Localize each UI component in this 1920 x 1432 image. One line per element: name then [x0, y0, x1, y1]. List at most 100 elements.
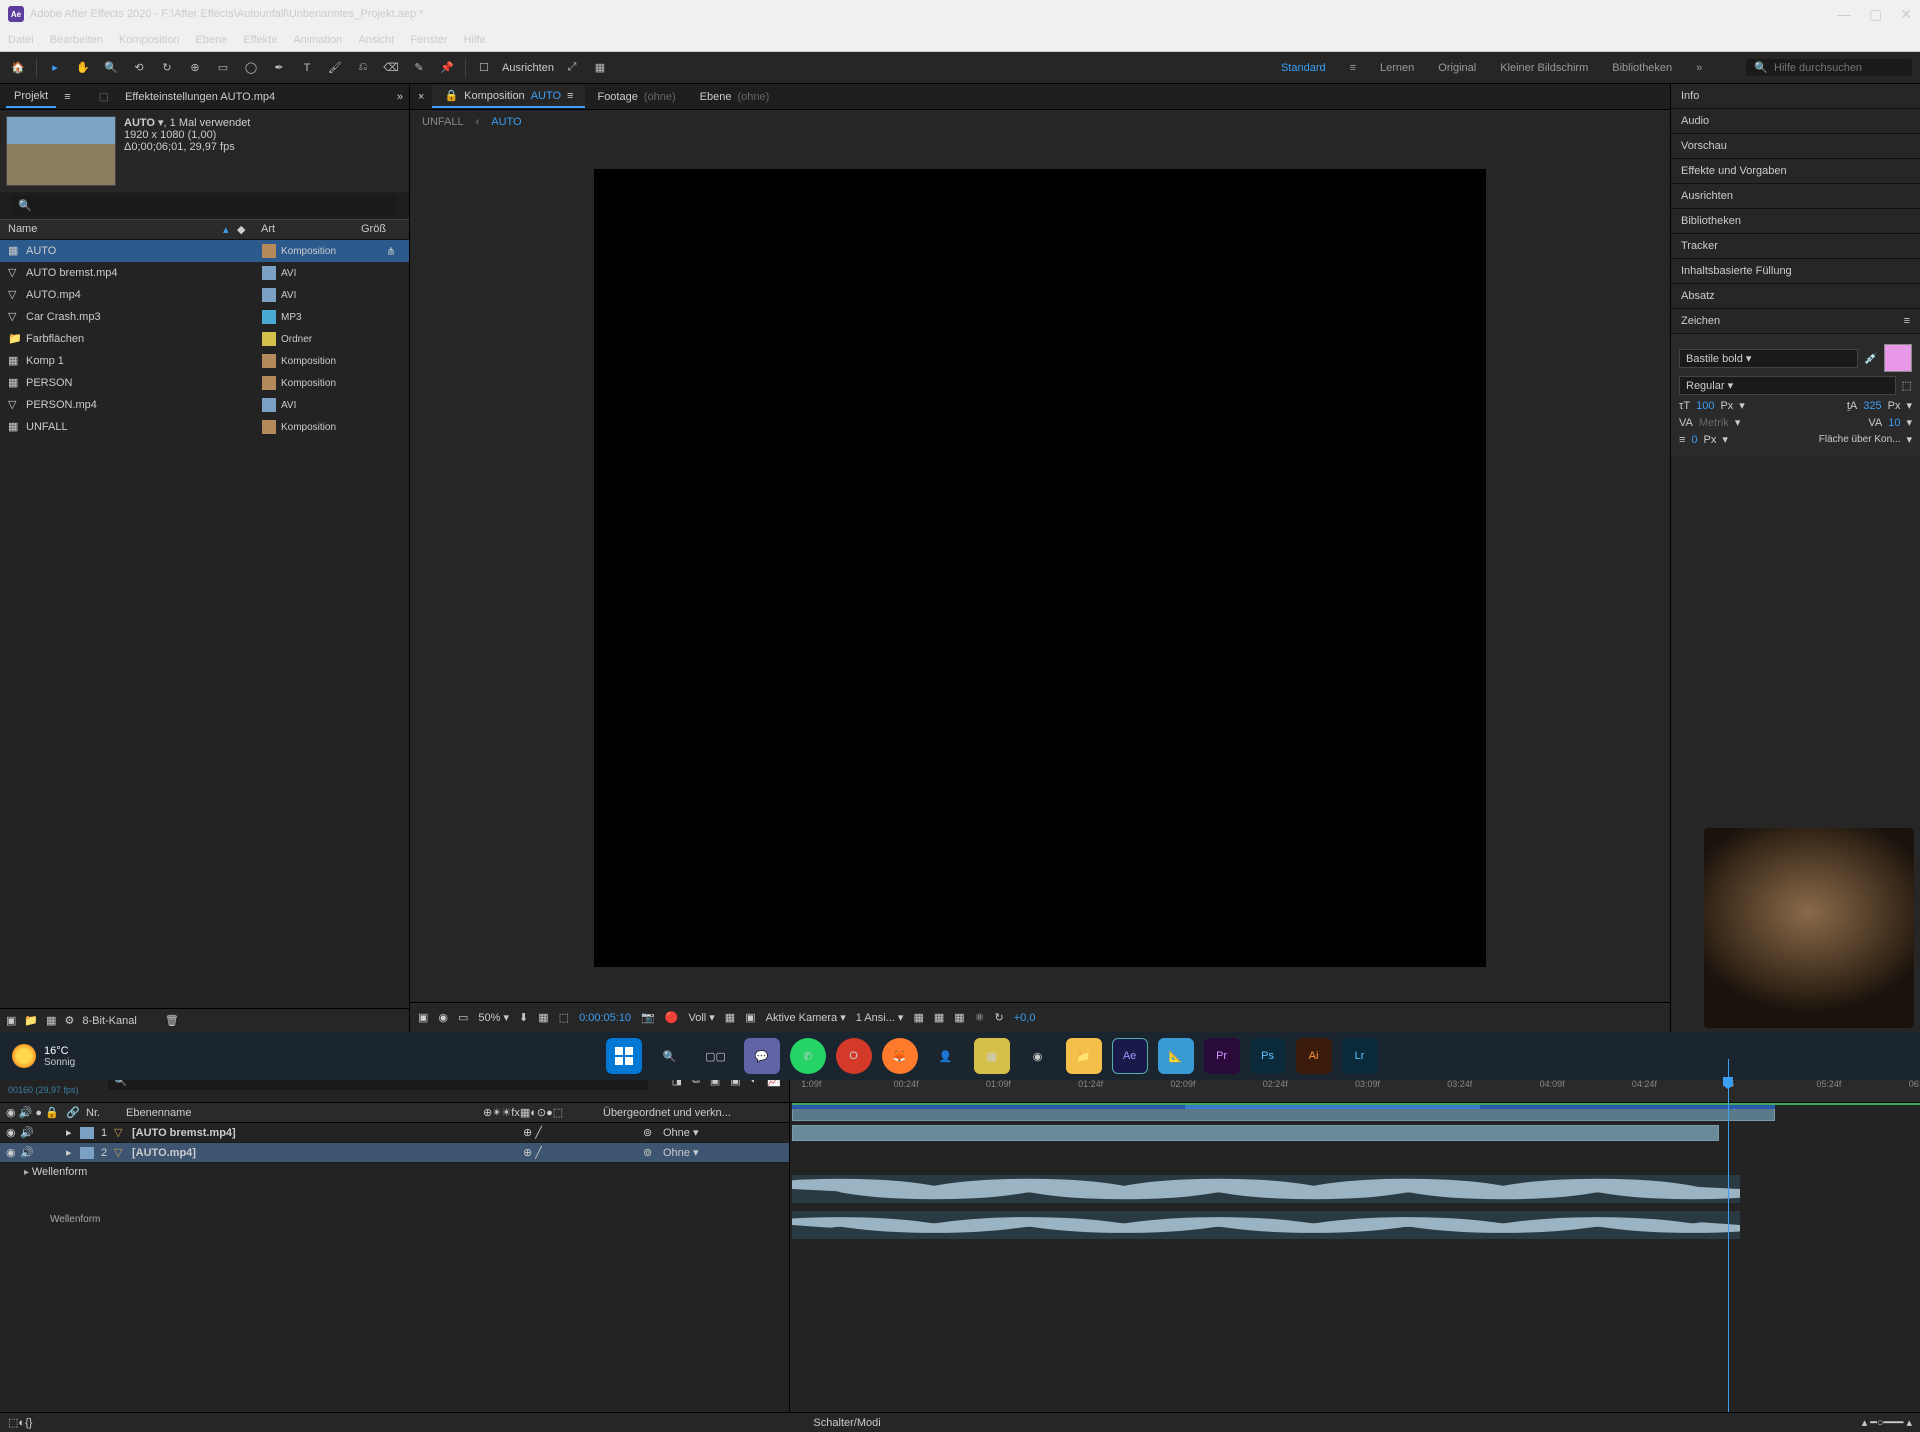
composition-viewer[interactable] — [410, 134, 1670, 1002]
kerning-select[interactable]: Metrik — [1699, 417, 1729, 429]
zoom-select[interactable]: 50% ▾ — [478, 1011, 509, 1024]
obs-icon[interactable]: ◉ — [1020, 1038, 1056, 1074]
transparency-icon[interactable]: ▦ — [725, 1011, 735, 1024]
help-search-input[interactable] — [1774, 62, 1904, 74]
workspace-more-icon[interactable]: » — [1696, 62, 1702, 74]
app2-icon[interactable]: ▦ — [974, 1038, 1010, 1074]
view2-icon[interactable]: ▦ — [934, 1011, 944, 1024]
tab-footage[interactable]: Footage (ohne) — [585, 87, 687, 107]
stroke-width-input[interactable]: 0 — [1691, 434, 1697, 446]
leading-input[interactable]: 325 — [1863, 400, 1881, 412]
workspace-original[interactable]: Original — [1438, 62, 1476, 74]
selection-tool[interactable]: ▸ — [45, 58, 65, 78]
tab-overflow-icon[interactable]: » — [397, 91, 403, 103]
panel-menu-icon[interactable]: ≡ — [1904, 315, 1910, 327]
home-icon[interactable]: 🏠 — [8, 58, 28, 78]
panel-tracker[interactable]: Tracker — [1671, 234, 1920, 259]
playhead[interactable] — [1728, 1059, 1729, 1412]
project-item[interactable]: ▦Komp 1Komposition — [0, 350, 409, 372]
rotate-tool[interactable]: ↻ — [157, 58, 177, 78]
col-type[interactable]: Art — [261, 223, 361, 236]
firefox-icon[interactable]: 🦊 — [882, 1038, 918, 1074]
snapshot-icon[interactable]: 📷 — [641, 1011, 655, 1024]
timeline-layer[interactable]: ◉🔊▸2▽[AUTO.mp4]⊕ ╱⊚Ohne ▾ — [0, 1143, 789, 1163]
workspace-standard[interactable]: Standard — [1281, 62, 1326, 74]
clip-auto[interactable] — [792, 1125, 1719, 1141]
timeline-layer[interactable]: ◉🔊▸1▽[AUTO bremst.mp4]⊕ ╱⊚Ohne ▾ — [0, 1123, 789, 1143]
shape-ellipse-tool[interactable]: ◯ — [241, 58, 261, 78]
roto-tool[interactable]: ✎ — [409, 58, 429, 78]
panel-audio[interactable]: Audio — [1671, 109, 1920, 134]
workspace-bibliotheken[interactable]: Bibliotheken — [1612, 62, 1672, 74]
eraser-tool[interactable]: ⌫ — [381, 58, 401, 78]
breadcrumb-unfall[interactable]: UNFALL — [422, 116, 464, 128]
col-name[interactable]: Name — [8, 223, 223, 236]
whatsapp-icon[interactable]: ✆ — [790, 1038, 826, 1074]
tab-effect-controls[interactable]: Effekteinstellungen AUTO.mp4 — [117, 87, 283, 107]
project-item[interactable]: ▦AUTOKomposition⋔ — [0, 240, 409, 262]
workspace-lernen[interactable]: Lernen — [1380, 62, 1414, 74]
view3-icon[interactable]: ▦ — [954, 1011, 964, 1024]
channel-icon[interactable]: ◉ — [438, 1011, 448, 1024]
panel-effekte[interactable]: Effekte und Vorgaben — [1671, 159, 1920, 184]
text-tool[interactable]: T — [297, 58, 317, 78]
interpret-icon[interactable]: ▣ — [6, 1014, 16, 1027]
tab-composition[interactable]: 🔒 Komposition AUTO ≡ — [432, 85, 585, 108]
weather-widget[interactable]: 16°C Sonnig — [12, 1044, 75, 1068]
after-effects-icon[interactable]: Ae — [1112, 1038, 1148, 1074]
project-item[interactable]: ▽AUTO bremst.mp4AVI — [0, 262, 409, 284]
minimize-button[interactable]: — — [1837, 6, 1851, 23]
panel-zeichen[interactable]: Zeichen≡ — [1671, 309, 1920, 334]
panel-inhaltsfuellung[interactable]: Inhaltsbasierte Füllung — [1671, 259, 1920, 284]
menu-ansicht[interactable]: Ansicht — [358, 34, 394, 46]
shape-rect-tool[interactable]: ▭ — [213, 58, 233, 78]
explorer-icon[interactable]: 📁 — [1066, 1038, 1102, 1074]
illustrator-icon[interactable]: Ai — [1296, 1038, 1332, 1074]
photoshop-icon[interactable]: Ps — [1250, 1038, 1286, 1074]
menu-datei[interactable]: Datei — [8, 34, 34, 46]
zoom-tool[interactable]: 🔍 — [101, 58, 121, 78]
snap-options-icon[interactable]: ⤢ — [562, 58, 582, 78]
refresh-icon[interactable]: ↻ — [995, 1011, 1004, 1024]
toggle-brackets-icon[interactable]: {} — [25, 1417, 32, 1429]
workspace-kleiner[interactable]: Kleiner Bildschirm — [1500, 62, 1588, 74]
resolution-select[interactable]: Voll ▾ — [688, 1011, 714, 1024]
waveform-toggle[interactable]: ▸ Wellenform — [0, 1163, 789, 1181]
col-size[interactable]: Größ — [361, 223, 401, 236]
panel-absatz[interactable]: Absatz — [1671, 284, 1920, 309]
switches-modes-toggle[interactable]: Schalter/Modi — [813, 1417, 880, 1429]
view4-icon[interactable]: ⚛ — [975, 1011, 985, 1024]
project-item[interactable]: ▽PERSON.mp4AVI — [0, 394, 409, 416]
puppet-tool[interactable]: 📌 — [437, 58, 457, 78]
clone-tool[interactable]: ⎌ — [353, 58, 373, 78]
roi-icon[interactable]: ⬚ — [559, 1011, 569, 1024]
tracking-input[interactable]: 10 — [1888, 417, 1900, 429]
project-item[interactable]: ▽AUTO.mp4AVI — [0, 284, 409, 306]
font-size-input[interactable]: 100 — [1696, 400, 1714, 412]
lightroom-icon[interactable]: Lr — [1342, 1038, 1378, 1074]
settings-icon[interactable]: ⚙ — [65, 1014, 75, 1027]
maximize-button[interactable]: ▢ — [1869, 6, 1882, 23]
tab-project[interactable]: Projekt — [6, 86, 56, 108]
3d-icon[interactable]: ▣ — [745, 1011, 755, 1024]
mask-icon[interactable]: ▭ — [458, 1011, 468, 1024]
alpha-icon[interactable]: ▣ — [418, 1011, 428, 1024]
new-comp-icon[interactable]: ▦ — [46, 1014, 56, 1027]
viewer-timecode[interactable]: 0:00:05:10 — [579, 1012, 631, 1024]
fill-color-swatch[interactable] — [1884, 344, 1912, 372]
toggle-switches-icon[interactable]: ⬚ — [8, 1416, 18, 1429]
grid-icon[interactable]: ▦ — [538, 1011, 548, 1024]
stroke-swap-icon[interactable]: ⬚ — [1902, 379, 1912, 392]
color-icon[interactable]: 🔴 — [665, 1011, 679, 1024]
app1-icon[interactable]: 👤 — [928, 1038, 964, 1074]
search-taskbar-icon[interactable]: 🔍 — [652, 1038, 688, 1074]
pen-tool[interactable]: ✒ — [269, 58, 289, 78]
project-item[interactable]: 📁FarbflächenOrdner — [0, 328, 409, 350]
opera-icon[interactable]: O — [836, 1038, 872, 1074]
brush-tool[interactable]: 🖌 — [325, 58, 345, 78]
timeline-tracks[interactable] — [790, 1103, 1920, 1412]
project-item[interactable]: ▦PERSONKomposition — [0, 372, 409, 394]
app3-icon[interactable]: 📐 — [1158, 1038, 1194, 1074]
menu-effekte[interactable]: Effekte — [243, 34, 277, 46]
views-select[interactable]: 1 Ansi... ▾ — [856, 1011, 904, 1024]
